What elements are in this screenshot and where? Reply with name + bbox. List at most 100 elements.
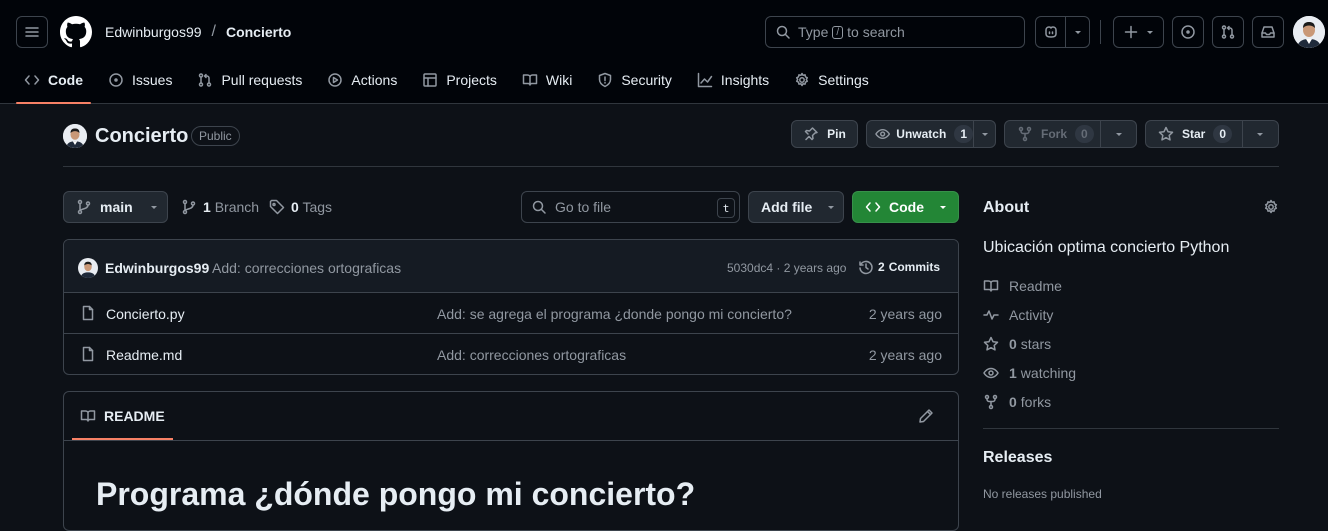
- search-shortcut-key: /: [832, 25, 844, 39]
- edit-about-button[interactable]: [1263, 199, 1279, 215]
- fork-label: Fork: [1041, 127, 1068, 141]
- commits-count: 2: [878, 260, 885, 274]
- file-commit-message[interactable]: Add: se agrega el programa ¿donde pongo …: [437, 306, 792, 322]
- watching-count: 1: [1009, 365, 1017, 381]
- watch-dropdown[interactable]: [973, 121, 995, 147]
- pull-request-icon: [199, 73, 212, 87]
- caret-down-icon: [1257, 133, 1264, 136]
- create-new-button[interactable]: [1113, 16, 1164, 48]
- branches-link[interactable]: 1 Branch: [181, 199, 259, 215]
- search-icon: [532, 200, 546, 214]
- code-icon: [24, 75, 40, 85]
- releases-title[interactable]: Releases: [983, 449, 1052, 467]
- readme-tab[interactable]: README: [72, 392, 173, 440]
- file-row[interactable]: Readme.md Add: correcciones ortograficas…: [64, 334, 958, 374]
- file-name-link[interactable]: Readme.md: [106, 347, 182, 363]
- activity-link[interactable]: Activity: [983, 307, 1053, 323]
- commits-history-link[interactable]: 2 Commits: [858, 259, 940, 275]
- pin-label: Pin: [827, 127, 846, 141]
- tab-issues-label: Issues: [132, 72, 173, 88]
- fork-button[interactable]: Fork 0: [1004, 120, 1137, 148]
- pin-button[interactable]: Pin: [791, 120, 858, 148]
- commit-author-avatar-image: [78, 258, 98, 278]
- tab-projects[interactable]: Projects: [414, 60, 505, 100]
- book-icon: [80, 410, 96, 422]
- commit-author[interactable]: Edwinburgos99: [105, 260, 209, 276]
- hamburger-icon: [25, 27, 39, 37]
- repo-title-bar: Concierto Public Pin Unwatch 1 Fork 0 St…: [63, 120, 1279, 167]
- issues-button[interactable]: [1172, 16, 1204, 48]
- breadcrumb: Edwinburgos99 / Concierto: [105, 23, 291, 41]
- star-icon: [983, 336, 999, 351]
- commit-author-avatar[interactable]: [78, 258, 98, 278]
- edit-readme-button[interactable]: [918, 408, 934, 424]
- tab-wiki[interactable]: Wiki: [514, 60, 580, 100]
- file-row[interactable]: Concierto.py Add: se agrega el programa …: [64, 293, 958, 334]
- pull-request-icon: [1221, 25, 1235, 39]
- shield-icon: [599, 72, 612, 88]
- forks-link[interactable]: 0 forks: [983, 394, 1051, 410]
- star-button[interactable]: Star 0: [1145, 120, 1279, 148]
- gear-icon: [1264, 199, 1278, 214]
- tab-settings[interactable]: Settings: [786, 60, 877, 100]
- tab-code-label: Code: [48, 72, 83, 88]
- file-commit-message[interactable]: Add: correcciones ortograficas: [437, 347, 626, 363]
- commit-message[interactable]: Add: correcciones ortograficas: [212, 260, 401, 276]
- file-age: 2 years ago: [868, 306, 942, 322]
- copilot-dropdown[interactable]: [1065, 17, 1089, 47]
- caret-down-icon: [1115, 133, 1122, 136]
- breadcrumb-repo-link[interactable]: Concierto: [226, 24, 291, 40]
- watching-link[interactable]: 1 watching: [983, 365, 1076, 381]
- gear-icon: [796, 72, 809, 87]
- add-file-label: Add file: [761, 199, 813, 215]
- search-input[interactable]: Type / to search: [765, 16, 1025, 48]
- caret-down-icon: [981, 133, 988, 136]
- tab-actions[interactable]: Actions: [319, 60, 405, 100]
- code-download-button[interactable]: Code: [852, 191, 959, 223]
- tab-settings-label: Settings: [818, 72, 869, 88]
- book-icon: [522, 74, 538, 86]
- menu-button[interactable]: [16, 16, 48, 48]
- tab-insights[interactable]: Insights: [689, 60, 777, 100]
- pull-requests-button[interactable]: [1212, 16, 1244, 48]
- repo-name-link[interactable]: Concierto: [95, 125, 188, 148]
- file-name-link[interactable]: Concierto.py: [106, 306, 185, 322]
- book-icon: [983, 280, 999, 292]
- copilot-icon: [1044, 26, 1057, 38]
- stars-link[interactable]: 0 stars: [983, 336, 1051, 352]
- github-logo-icon[interactable]: [60, 16, 92, 48]
- readme-tab-label: README: [104, 408, 165, 424]
- header-divider: [1100, 20, 1101, 44]
- star-dropdown[interactable]: [1241, 121, 1278, 147]
- branch-selector[interactable]: main: [63, 191, 168, 223]
- owner-avatar[interactable]: [63, 124, 87, 148]
- tab-pull-requests-label: Pull requests: [221, 72, 303, 88]
- file-icon: [82, 346, 94, 362]
- add-file-button[interactable]: Add file: [748, 191, 844, 223]
- tab-security[interactable]: Security: [589, 60, 680, 100]
- search-placeholder-post: to search: [847, 24, 905, 40]
- go-to-file-input[interactable]: Go to file t: [521, 191, 740, 223]
- breadcrumb-owner-link[interactable]: Edwinburgos99: [105, 24, 202, 40]
- fork-dropdown[interactable]: [1100, 121, 1136, 147]
- visibility-badge: Public: [191, 126, 240, 146]
- tab-issues[interactable]: Issues: [100, 60, 180, 100]
- fork-icon: [1018, 126, 1032, 142]
- tab-pull-requests[interactable]: Pull requests: [189, 60, 310, 100]
- readme-link[interactable]: Readme: [983, 278, 1062, 294]
- inbox-button[interactable]: [1252, 16, 1284, 48]
- branches-text: 1 Branch: [203, 199, 259, 215]
- plus-icon: [1124, 25, 1137, 39]
- tab-code[interactable]: Code: [16, 60, 91, 104]
- tags-link[interactable]: 0 Tags: [269, 199, 332, 215]
- file-age: 2 years ago: [868, 347, 942, 363]
- stars-count: 0: [1009, 336, 1017, 352]
- user-avatar[interactable]: [1293, 16, 1325, 48]
- breadcrumb-separator: /: [211, 23, 216, 40]
- table-icon: [423, 73, 438, 87]
- activity-link-label: Activity: [1009, 307, 1054, 323]
- copilot-button[interactable]: [1035, 16, 1090, 48]
- unwatch-button[interactable]: Unwatch 1: [866, 120, 996, 148]
- commit-meta[interactable]: 5030dc4 · 2 years ago: [727, 261, 846, 275]
- watch-count: 1: [954, 125, 973, 143]
